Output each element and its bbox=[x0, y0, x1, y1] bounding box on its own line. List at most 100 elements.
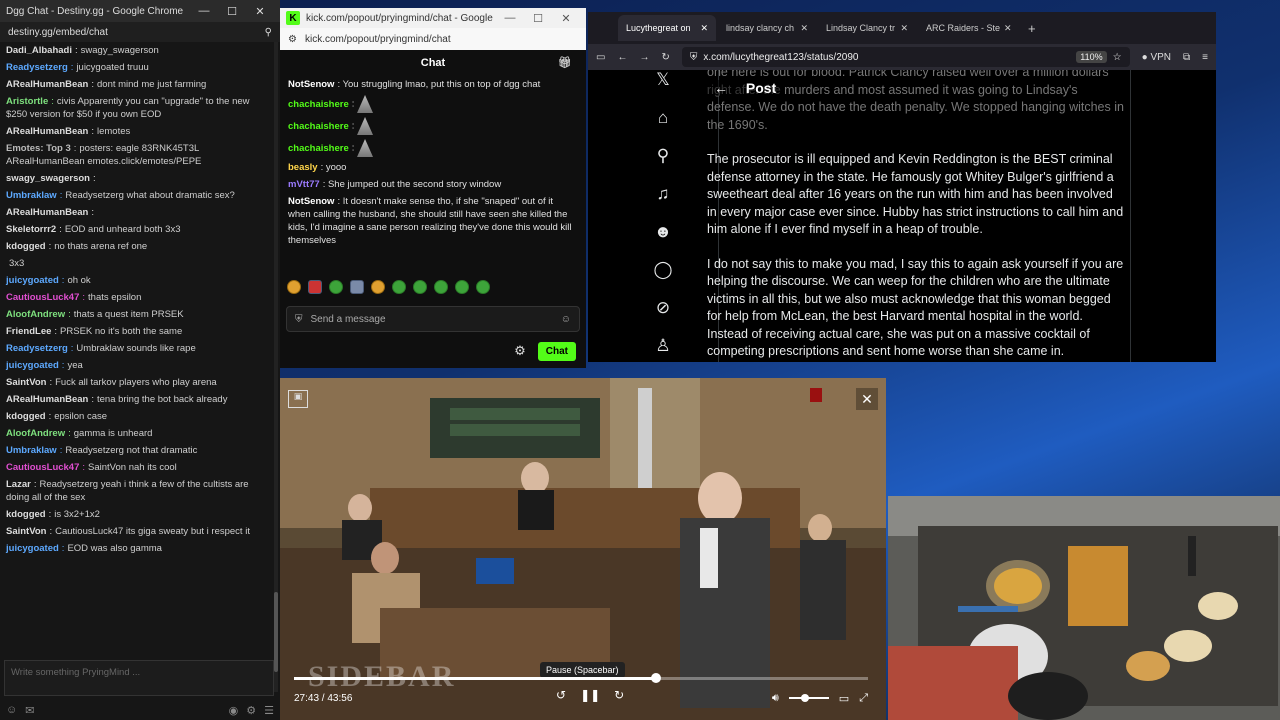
kick-message-input[interactable]: ⛨ Send a message ☺ bbox=[286, 306, 580, 332]
volume-knob[interactable] bbox=[800, 694, 809, 702]
kick-username[interactable]: beasly bbox=[288, 162, 318, 173]
emoji-icon[interactable]: ☺ bbox=[561, 314, 571, 325]
dgg-address-bar[interactable]: destiny.gg/embed/chat ⚲ bbox=[0, 22, 280, 42]
emote-icon[interactable] bbox=[287, 280, 301, 294]
chat-username[interactable]: FriendLee bbox=[6, 326, 51, 337]
captions-icon[interactable]: ▭ bbox=[839, 692, 849, 705]
close-tab-icon[interactable]: ✕ bbox=[796, 23, 808, 34]
add-user-icon[interactable]: ☻ bbox=[654, 222, 672, 242]
chat-send-button[interactable]: Chat bbox=[537, 341, 576, 361]
forward-icon[interactable]: → bbox=[639, 52, 649, 63]
emote-icon[interactable] bbox=[329, 280, 343, 294]
x-logo-icon[interactable]: 𝕏 bbox=[656, 70, 670, 90]
star-icon[interactable]: ☆ bbox=[1113, 52, 1122, 63]
search-icon[interactable]: ⚲ bbox=[657, 146, 669, 166]
chat-username[interactable]: SaintVon bbox=[6, 377, 46, 388]
pip-icon[interactable]: ▣ bbox=[288, 390, 308, 408]
close-tab-icon[interactable]: ✕ bbox=[696, 23, 708, 34]
scrollbar-thumb[interactable] bbox=[274, 592, 278, 672]
emote-icon[interactable] bbox=[413, 280, 427, 294]
chat-username[interactable]: CautiousLuck47 bbox=[6, 292, 79, 303]
volume-icon[interactable]: 🔊︎ bbox=[772, 692, 779, 705]
chat-username[interactable]: juicygoated bbox=[6, 543, 59, 554]
close-icon[interactable]: ✕ bbox=[856, 388, 878, 410]
new-tab-icon[interactable]: + bbox=[1028, 21, 1036, 36]
chat-username[interactable]: Skeletorrr2 bbox=[6, 224, 56, 235]
kick-username[interactable]: chachaishere bbox=[288, 99, 349, 110]
chat-username[interactable]: SaintVon bbox=[6, 526, 46, 537]
close-icon[interactable]: ✕ bbox=[246, 5, 274, 18]
emote-icon[interactable] bbox=[434, 280, 448, 294]
gift-icon[interactable]: 🎁︎ bbox=[558, 56, 572, 69]
minimize-icon[interactable]: — bbox=[190, 5, 218, 17]
back-icon[interactable]: ← bbox=[617, 52, 627, 63]
volume-slider[interactable] bbox=[788, 694, 829, 702]
reload-icon[interactable]: ↻ bbox=[661, 52, 669, 63]
kick-username[interactable]: chachaishere bbox=[288, 143, 349, 154]
site-settings-icon[interactable]: ⚙ bbox=[288, 34, 297, 45]
message-icon[interactable]: ◯ bbox=[653, 260, 672, 280]
kick-username[interactable]: mVtt77 bbox=[288, 179, 320, 190]
x-url-bar[interactable]: ⛨ x.com/lucythegreat123/status/2090 110%… bbox=[681, 47, 1130, 67]
extensions-icon[interactable]: ⧉ bbox=[1183, 52, 1190, 63]
eye-icon[interactable]: ◉ bbox=[229, 704, 239, 717]
chat-username[interactable]: juicygoated bbox=[6, 360, 59, 371]
chat-username[interactable]: juicygoated bbox=[6, 275, 59, 286]
pause-button[interactable]: ❚❚ bbox=[580, 688, 600, 702]
chat-username[interactable]: kdogged bbox=[6, 411, 46, 422]
chat-username[interactable]: Readysetzerg bbox=[6, 62, 68, 73]
chat-username[interactable]: AloofAndrew bbox=[6, 428, 65, 439]
back-icon[interactable]: ← bbox=[714, 80, 728, 96]
emote-icon[interactable] bbox=[392, 280, 406, 294]
zoom-badge[interactable]: 110% bbox=[1076, 51, 1107, 63]
maximize-icon[interactable]: ☐ bbox=[218, 5, 246, 18]
chat-username[interactable]: Dadi_Albahadi bbox=[6, 45, 72, 56]
gear-icon[interactable]: ⚙ bbox=[514, 343, 526, 359]
bell-icon[interactable]: ♫ bbox=[657, 184, 670, 204]
close-icon[interactable]: ✕ bbox=[552, 12, 580, 25]
chat-username[interactable]: ARealHumanBean bbox=[6, 207, 88, 218]
grok-icon[interactable]: ⊘ bbox=[656, 298, 670, 318]
kick-username[interactable]: NotSenow bbox=[288, 196, 334, 207]
chat-username[interactable]: ARealHumanBean bbox=[6, 79, 88, 90]
close-tab-icon[interactable]: ✕ bbox=[896, 23, 908, 34]
chat-username[interactable]: Umbraklaw bbox=[6, 445, 57, 456]
chat-username[interactable]: AloofAndrew bbox=[6, 309, 65, 320]
emote-icon[interactable] bbox=[476, 280, 490, 294]
gear-icon[interactable]: ⚙ bbox=[246, 704, 256, 717]
chat-username[interactable]: kdogged bbox=[6, 241, 46, 252]
chat-username[interactable]: CautiousLuck47 bbox=[6, 462, 79, 473]
profile-icon[interactable]: ♙ bbox=[655, 336, 670, 356]
fullscreen-icon[interactable]: ⤢ bbox=[859, 692, 868, 705]
sidebar-icon[interactable]: ▭ bbox=[596, 52, 605, 63]
vpn-button[interactable]: ● VPN bbox=[1142, 52, 1171, 63]
dgg-chat-input[interactable]: Write something PryingMind ... bbox=[4, 660, 274, 696]
emote-icon[interactable] bbox=[350, 280, 364, 294]
browser-tab[interactable]: Lindsay Clancy tr ✕ bbox=[818, 15, 916, 41]
emoji-icon[interactable]: ☺ bbox=[6, 704, 17, 716]
maximize-icon[interactable]: ☐ bbox=[524, 12, 552, 25]
search-icon[interactable]: ⚲ bbox=[265, 27, 272, 38]
kick-username[interactable]: chachaishere bbox=[288, 121, 349, 132]
minimize-icon[interactable]: — bbox=[496, 12, 524, 24]
chat-username[interactable]: swagy_swagerson bbox=[6, 173, 90, 184]
chat-username[interactable]: Lazar bbox=[6, 479, 31, 490]
emote-icon[interactable] bbox=[308, 280, 322, 294]
emote-icon[interactable] bbox=[371, 280, 385, 294]
chat-username[interactable]: kdogged bbox=[6, 509, 46, 520]
chat-username[interactable]: Aristortle bbox=[6, 96, 48, 107]
users-icon[interactable]: ☰ bbox=[264, 704, 274, 717]
kick-username[interactable]: NotSenow bbox=[288, 79, 334, 90]
kick-address-bar[interactable]: ⚙ kick.com/popout/pryingmind/chat bbox=[280, 28, 586, 50]
close-tab-icon[interactable]: ✕ bbox=[1000, 23, 1012, 34]
rewind-icon[interactable]: ↺ bbox=[556, 688, 566, 702]
chat-username[interactable]: ARealHumanBean bbox=[6, 394, 88, 405]
dgg-scrollbar[interactable] bbox=[274, 42, 278, 692]
browser-tab[interactable]: Lucythegreat on ✕ bbox=[618, 15, 716, 41]
menu-icon[interactable]: ≡ bbox=[1202, 52, 1208, 63]
chat-username[interactable]: ARealHumanBean bbox=[6, 126, 88, 137]
whisper-icon[interactable]: ✉ bbox=[25, 704, 34, 717]
chat-username[interactable]: Umbraklaw bbox=[6, 190, 57, 201]
video-progress-bar[interactable] bbox=[294, 673, 868, 683]
browser-tab[interactable]: ARC Raiders - Ste ✕ bbox=[918, 15, 1016, 41]
